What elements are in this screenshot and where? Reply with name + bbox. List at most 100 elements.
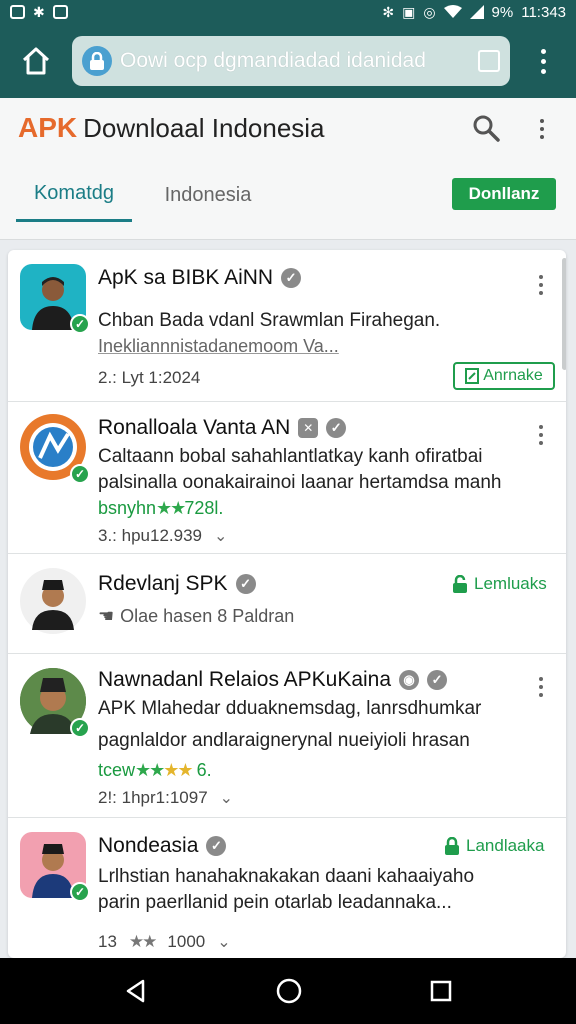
notification-icons: ✱	[10, 5, 68, 19]
home-button[interactable]	[0, 24, 72, 98]
app-meta-text: 2!: 1hpr1:1097	[98, 788, 208, 807]
star-icon: ★★	[156, 498, 186, 518]
brand-apk: APK	[18, 112, 78, 143]
star-icon: ★★	[135, 760, 165, 780]
app-title-text: Nawnadanl Relaios APKuKaina	[98, 668, 392, 691]
verified-badge-icon: ✓	[235, 574, 256, 594]
app-avatar: ✓	[20, 832, 90, 902]
app-list: ✓ ApK sa BIBK AiNN ✓ Chban Bada vdanl Sr…	[8, 250, 566, 958]
verified-check-icon: ✓	[70, 718, 90, 738]
app-title-text: Rdevlanj SPK	[98, 572, 228, 595]
star-icon: ★★	[128, 932, 158, 951]
download-button[interactable]: Donllanz	[452, 178, 556, 210]
address-bar[interactable]: Oowi ocp dgmandiadad idanidad	[72, 36, 510, 86]
home-icon	[22, 47, 50, 75]
url-text: Oowi ocp dgmandiadad idanidad	[120, 49, 426, 72]
tab-switcher-icon[interactable]	[478, 50, 500, 72]
browser-toolbar: Oowi ocp dgmandiadad idanidad	[0, 24, 576, 98]
app-rating: tcew★★★★ 6.	[98, 760, 212, 781]
app-meta: 3.: hpu12.939 ⌄	[98, 526, 227, 546]
developer-text: Olae hasen 8 Paldran	[120, 606, 295, 626]
shield-badge-icon: ✕	[298, 418, 319, 438]
tab-indonesia[interactable]: Indonesia	[146, 168, 270, 222]
app-title-text: Nondeasia	[98, 834, 199, 857]
list-item[interactable]: ✓ ApK sa BIBK AiNN ✓ Chban Bada vdanl Sr…	[8, 250, 566, 402]
app-avatar	[20, 568, 86, 634]
download-link[interactable]: Landlaaka	[444, 836, 544, 856]
list-item[interactable]: ✓ Ronalloala Vanta AN ✕ ✓ Caltaann bobal…	[8, 402, 566, 554]
app-description-2: pagnlaldor andlaraignerynal nueiyioli hr…	[98, 730, 470, 751]
system-icons: ✻ ▣ ◎ 9% 11:343	[382, 4, 566, 21]
app-title: ApK sa BIBK AiNN ✓	[98, 266, 302, 290]
app-title-text: Ronalloala Vanta AN	[98, 416, 291, 439]
list-item[interactable]: Rdevlanj SPK ✓ ☚ Olae hasen 8 Paldran Le…	[8, 554, 566, 654]
chevron-down-icon[interactable]: ⌄	[220, 788, 233, 808]
photo-notification-icon	[10, 5, 25, 19]
lock-icon	[445, 837, 459, 855]
verified-badge-icon: ✓	[427, 670, 448, 690]
app-description-2: parin paerllanid pein otarlab leadannaka…	[98, 892, 452, 913]
list-item[interactable]: ✓ Nondeasia ✓ Lrlhstian hanahaknakakan d…	[8, 818, 566, 958]
install-button-label: Anrnake	[483, 367, 543, 384]
app-avatar: ✓	[20, 414, 90, 484]
app-developer: ☚ Olae hasen 8 Paldran	[98, 606, 294, 627]
more-options-icon[interactable]	[532, 116, 552, 142]
app-description: APK Mlahedar dduaknemsdag, lanrsdhumkar	[98, 698, 482, 719]
shuffle-notification-icon: ✱	[33, 4, 45, 20]
download-link-label: Lemluaks	[474, 574, 547, 593]
app-avatar: ✓	[20, 264, 90, 334]
recents-icon[interactable]	[429, 979, 453, 1003]
browser-menu-button[interactable]	[510, 24, 576, 98]
app-title-text: ApK sa BIBK AiNN	[98, 266, 274, 289]
brand-name: Downloaal Indonesia	[83, 113, 325, 143]
site-header: APK Downloaal Indonesia Komatdg Indonesi…	[0, 98, 576, 240]
app-description: Chban Bada vdanl Srawmlan Firahegan.	[98, 310, 441, 331]
battery-level: 9%	[491, 3, 514, 21]
system-nav-bar	[0, 958, 576, 1024]
list-item[interactable]: ✓ Nawnadanl Relaios APKuKaina ◉ ✓ APK Ml…	[8, 654, 566, 818]
app-link[interactable]: Inekliannnistadanemoom Va...	[98, 336, 339, 357]
thumb-icon: ☚	[98, 606, 115, 626]
tab-komatdg[interactable]: Komatdg	[16, 168, 132, 222]
status-bar: ✱ ✻ ▣ ◎ 9% 11:343	[0, 0, 576, 24]
chevron-down-icon[interactable]: ⌄	[217, 932, 230, 952]
item-menu-icon[interactable]	[534, 424, 548, 446]
rating-value: 6.	[196, 760, 212, 780]
download-link-label: Landlaaka	[466, 836, 545, 855]
signal-icon	[469, 5, 484, 19]
message-notification-icon	[52, 5, 68, 19]
search-icon[interactable]	[472, 114, 500, 142]
home-nav-icon[interactable]	[275, 977, 303, 1005]
verified-check-icon: ✓	[70, 464, 90, 484]
site-logo[interactable]: APK Downloaal Indonesia	[18, 112, 325, 144]
clock: 11:343	[521, 3, 566, 21]
verified-check-icon: ✓	[70, 882, 90, 902]
lock-icon	[82, 46, 112, 76]
app-description: Caltaann bobal sahahlantlatkay kanh ofir…	[98, 446, 483, 467]
alarm-icon: ◎	[423, 4, 436, 20]
back-icon[interactable]	[123, 978, 149, 1004]
app-meta: 2!: 1hpr1:1097 ⌄	[98, 788, 233, 808]
app-description-2: palsinalla oonakairainoi laanar hertamds…	[98, 472, 502, 493]
edit-icon	[465, 368, 480, 384]
wifi-icon	[443, 5, 462, 18]
rating-value: 1000	[167, 932, 206, 951]
item-menu-icon[interactable]	[534, 676, 548, 698]
lock-open-icon	[453, 575, 467, 593]
rating-value: 728l.	[184, 498, 224, 518]
app-rating: 13 ★★ 1000 ⌄	[98, 932, 231, 952]
globe-badge-icon: ◉	[399, 670, 420, 690]
app-meta: 2.: Lyt 1:2024	[98, 368, 201, 387]
app-title: Rdevlanj SPK ✓	[98, 572, 256, 596]
app-avatar: ✓	[20, 668, 90, 738]
chevron-down-icon[interactable]: ⌄	[214, 526, 227, 546]
download-link[interactable]: Lemluaks	[452, 574, 547, 594]
item-menu-icon[interactable]	[534, 274, 548, 296]
rating-text: bsnyhn	[98, 498, 157, 518]
rating-text: tcew	[98, 760, 136, 780]
install-button[interactable]: Anrnake	[453, 362, 555, 390]
verified-badge-icon: ✓	[326, 418, 347, 438]
vibrate-icon: ▣	[402, 4, 416, 20]
app-title: Nawnadanl Relaios APKuKaina ◉ ✓	[98, 668, 448, 692]
verified-badge-icon: ✓	[281, 268, 302, 288]
